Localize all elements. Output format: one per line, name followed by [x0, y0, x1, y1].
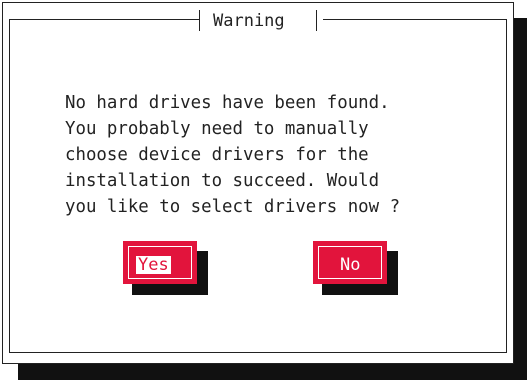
- message-line: installation to succeed. Would: [65, 171, 380, 191]
- dialog-title: Warning: [213, 11, 285, 31]
- no-button-label: No: [340, 255, 361, 275]
- yes-button-label: Yes: [136, 255, 171, 275]
- dialog-message: No hard drives have been found. You prob…: [65, 90, 505, 220]
- dialog-title-box: Warning: [199, 9, 323, 33]
- message-line: You probably need to manually: [65, 119, 369, 139]
- message-line: choose device drivers for the: [65, 145, 369, 165]
- title-right-divider: [316, 10, 317, 31]
- yes-button[interactable]: Yes: [123, 241, 197, 284]
- warning-dialog: Warning No hard drives have been found. …: [2, 2, 514, 364]
- message-line: you like to select drivers now ?: [65, 197, 401, 217]
- installer-screen: Warning No hard drives have been found. …: [0, 0, 527, 380]
- title-left-divider: [199, 10, 200, 31]
- no-button[interactable]: No: [313, 241, 387, 284]
- message-line: No hard drives have been found.: [65, 93, 390, 113]
